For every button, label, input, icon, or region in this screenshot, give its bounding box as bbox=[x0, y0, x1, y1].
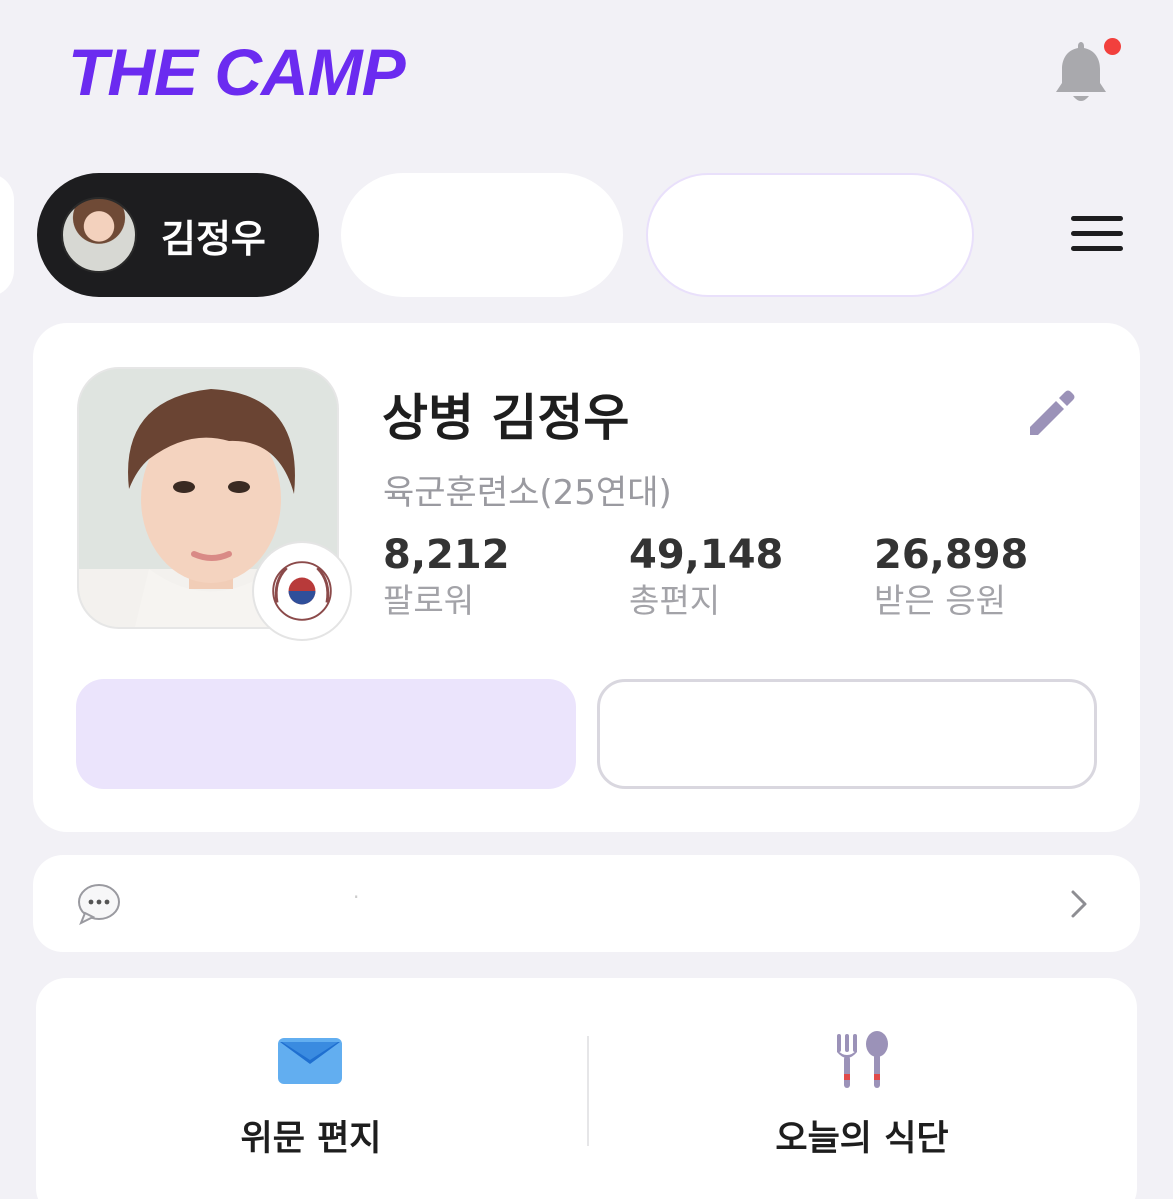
stat-received-cheers[interactable]: 26,898 받은 응원 bbox=[874, 531, 1028, 623]
unit-emblem-icon bbox=[252, 541, 352, 641]
menu-label: 위문 편지 bbox=[240, 1119, 382, 1159]
message-bar[interactable]: · bbox=[33, 855, 1140, 952]
soldier-chip-3[interactable] bbox=[646, 173, 974, 297]
speech-bubble-icon bbox=[78, 884, 120, 925]
envelope-icon bbox=[278, 1038, 342, 1084]
stat-label: 팔로워 bbox=[383, 581, 475, 620]
menu-meals[interactable]: 오늘의 식단 bbox=[587, 978, 1137, 1199]
app-logo[interactable]: THE CAMP bbox=[68, 36, 406, 108]
app-screen: THE CAMP 김정우 상병 김정우 육군훈련소(25연대) 8,212 팔로… bbox=[0, 0, 1173, 1199]
stat-value: 26,898 bbox=[874, 532, 1029, 578]
soldier-chip-active[interactable]: 김정우 bbox=[37, 173, 319, 297]
stat-value: 49,148 bbox=[629, 532, 784, 578]
primary-action-button[interactable] bbox=[76, 679, 576, 789]
stat-value: 8,212 bbox=[383, 532, 510, 578]
stat-total-letters[interactable]: 49,148 총편지 bbox=[629, 531, 783, 623]
profile-title: 상병 김정우 bbox=[382, 389, 630, 447]
fork-spoon-icon bbox=[837, 1031, 888, 1088]
profile-card: 상병 김정우 육군훈련소(25연대) 8,212 팔로워 49,148 총편지 … bbox=[33, 323, 1140, 832]
menu-letters[interactable]: 위문 편지 bbox=[36, 978, 586, 1199]
stat-label: 받은 응원 bbox=[874, 581, 1006, 620]
unit-name: 육군훈련소(25연대) bbox=[383, 473, 672, 513]
chip-avatar bbox=[61, 197, 137, 273]
chip-previous[interactable] bbox=[0, 173, 14, 297]
stat-followers[interactable]: 8,212 팔로워 bbox=[383, 531, 510, 623]
bell-icon[interactable] bbox=[1050, 38, 1112, 106]
chevron-right-icon[interactable] bbox=[1069, 889, 1089, 919]
secondary-action-button[interactable] bbox=[597, 679, 1097, 789]
hamburger-menu-icon[interactable] bbox=[1071, 216, 1123, 254]
notification-dot bbox=[1104, 38, 1121, 55]
menu-label: 오늘의 식단 bbox=[775, 1119, 949, 1159]
stat-label: 총편지 bbox=[629, 581, 721, 620]
message-text: · bbox=[353, 885, 360, 909]
bottom-menu: 위문 편지 오늘의 식단 bbox=[36, 978, 1137, 1199]
chip-name: 김정우 bbox=[161, 216, 266, 261]
soldier-chip-2[interactable] bbox=[341, 173, 623, 297]
pencil-icon[interactable] bbox=[1024, 385, 1080, 441]
